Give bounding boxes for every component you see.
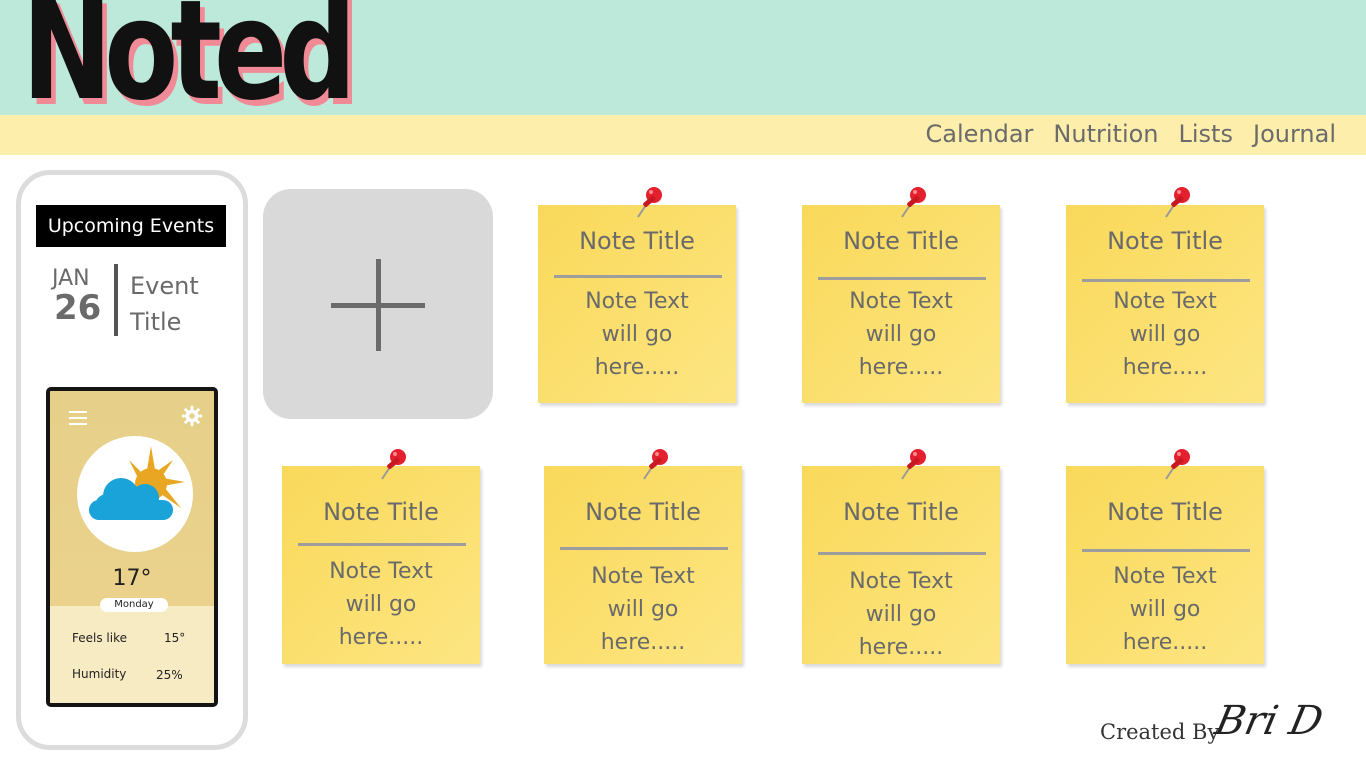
push-pin-icon	[643, 449, 668, 480]
app-logo: Noted	[22, 0, 356, 131]
sticky-note[interactable]: Note Title Note Text will go here.....	[282, 466, 480, 664]
weather-day: Monday	[100, 598, 168, 612]
nav-lists[interactable]: Lists	[1179, 117, 1233, 151]
note-title: Note Title	[843, 227, 959, 255]
push-pin-icon	[637, 187, 662, 218]
temperature: 17°	[112, 566, 152, 591]
sticky-note[interactable]: Note Title Note Text will go here.....	[1066, 466, 1264, 664]
sticky-note[interactable]: Note Title Note Text will go here.....	[802, 205, 1000, 403]
note-text: Note Text will go here.....	[849, 289, 953, 380]
sticky-note[interactable]: Note Title Note Text will go here.....	[1066, 205, 1264, 403]
note-divider	[298, 543, 466, 546]
note-title: Note Title	[1107, 227, 1223, 255]
gear-icon[interactable]	[181, 405, 203, 427]
note-text: Note Text will go here.....	[585, 289, 689, 380]
note-title: Note Title	[1107, 498, 1223, 526]
event-divider	[114, 264, 118, 336]
sun-cloud-icon	[89, 446, 185, 520]
feels-like-label: Feels like	[72, 631, 127, 645]
weather-widget: 17° Monday Feels like 15° Humidity 25%	[46, 387, 218, 707]
event-day: 26	[54, 288, 102, 328]
main-nav: Calendar Nutrition Lists Journal	[926, 117, 1337, 151]
push-pin-icon	[381, 449, 406, 480]
sticky-note[interactable]: Note Title Note Text will go here.....	[544, 466, 742, 664]
note-divider	[1082, 279, 1250, 282]
upcoming-events-heading: Upcoming Events	[36, 205, 226, 247]
humidity-label: Humidity	[72, 667, 127, 681]
note-divider	[1082, 549, 1250, 552]
humidity-value: 25%	[156, 668, 183, 682]
event-item[interactable]: JAN 26 Event Title	[48, 264, 228, 338]
note-divider	[818, 552, 986, 555]
push-pin-icon	[1165, 449, 1190, 480]
push-pin-icon	[901, 187, 926, 218]
note-divider	[818, 277, 986, 280]
note-text: Note Text will go here.....	[1113, 289, 1217, 380]
note-text: Note Text will go here.....	[849, 569, 953, 660]
weather-details-panel	[50, 606, 214, 703]
author-signature: Bri D	[1211, 698, 1327, 744]
note-title: Note Title	[585, 498, 701, 526]
menu-icon[interactable]	[69, 411, 87, 425]
feels-like-value: 15°	[164, 631, 186, 645]
nav-calendar[interactable]: Calendar	[926, 117, 1034, 151]
sticky-note[interactable]: Note Title Note Text will go here.....	[538, 205, 736, 403]
note-text: Note Text will go here.....	[591, 564, 695, 655]
push-pin-icon	[1165, 187, 1190, 218]
created-by-label: Created By	[1100, 720, 1220, 744]
nav-journal[interactable]: Journal	[1253, 117, 1336, 151]
plus-icon	[376, 259, 381, 351]
weather-icon-disc	[77, 436, 193, 552]
sticky-note[interactable]: Note Title Note Text will go here.....	[802, 466, 1000, 664]
note-divider	[554, 275, 722, 278]
note-title: Note Title	[843, 498, 959, 526]
nav-nutrition[interactable]: Nutrition	[1053, 117, 1158, 151]
note-text: Note Text will go here.....	[1113, 564, 1217, 655]
push-pin-icon	[901, 449, 926, 480]
event-title: Event Title	[130, 272, 199, 336]
note-text: Note Text will go here.....	[329, 559, 433, 650]
note-title: Note Title	[579, 227, 695, 255]
add-note-button[interactable]	[263, 189, 493, 419]
note-title: Note Title	[323, 498, 439, 526]
note-divider	[560, 547, 728, 550]
